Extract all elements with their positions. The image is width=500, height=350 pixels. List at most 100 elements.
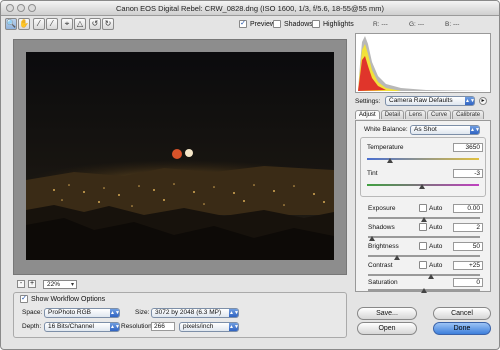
preview-checkbox[interactable]: ✓ Preview: [239, 20, 275, 28]
brightness-auto-checkbox[interactable]: Auto: [419, 242, 442, 250]
contrast-slider-thumb[interactable]: [428, 274, 434, 279]
saturation-label: Saturation: [368, 279, 398, 286]
histogram: [355, 33, 491, 93]
hand-tool-icon[interactable]: ✋: [18, 18, 30, 30]
space-select[interactable]: ProPhoto RGB ▲▼: [44, 308, 120, 318]
night-city-photo: [26, 52, 334, 260]
settings-label: Settings:: [355, 98, 381, 105]
workflow-options: ✓ Show Workflow Options Space: ProPhoto …: [13, 292, 347, 338]
b-readout: B: ---: [445, 21, 459, 28]
minimize-window-icon[interactable]: [17, 4, 25, 12]
depth-value: 16 Bits/Channel: [48, 323, 94, 330]
exposure-auto-box: [419, 204, 427, 212]
space-arrow-icon: ▲▼: [110, 309, 120, 317]
size-select[interactable]: 3072 by 2048 (6.3 MP) ▲▼: [151, 308, 239, 318]
settings-menu-icon[interactable]: ▸: [479, 97, 487, 105]
tint-input[interactable]: -3: [453, 169, 483, 178]
resolution-unit-value: pixels/inch: [183, 323, 214, 330]
zoom-out-button[interactable]: -: [17, 280, 25, 288]
contrast-slider-track[interactable]: [368, 274, 480, 276]
shadows-slider-thumb[interactable]: [369, 236, 375, 241]
settings-arrow-icon: ▲▼: [465, 97, 475, 105]
open-button[interactable]: Open: [357, 322, 417, 335]
exposure-label: Exposure: [368, 205, 396, 212]
cancel-button[interactable]: Cancel: [433, 307, 491, 320]
contrast-auto-checkbox[interactable]: Auto: [419, 261, 442, 269]
show-workflow-checkbox[interactable]: ✓ Show Workflow Options: [20, 295, 105, 303]
tint-slider-thumb[interactable]: [419, 184, 425, 189]
resolution-unit-select[interactable]: pixels/inch ▲▼: [179, 322, 239, 332]
tab-curve[interactable]: Curve: [427, 110, 452, 119]
brightness-input[interactable]: 50: [453, 242, 483, 251]
histogram-graph: [358, 36, 488, 91]
straighten-tool-icon[interactable]: △: [74, 18, 86, 30]
rotate-right-icon[interactable]: ↻: [102, 18, 114, 30]
window-title: Canon EOS Digital Rebel: CRW_0828.dng (I…: [115, 4, 385, 13]
exposure-auto-label: Auto: [429, 204, 443, 212]
shadows-auto-checkbox[interactable]: Auto: [419, 223, 442, 231]
contrast-input[interactable]: +25: [453, 261, 483, 270]
shadows-label: Shadows: [368, 224, 395, 231]
highlights-checkbox[interactable]: Highlights: [312, 20, 354, 28]
size-value: 3072 by 2048 (6.3 MP): [155, 309, 222, 316]
saturation-slider-thumb[interactable]: [421, 288, 427, 293]
preview-label: Preview: [250, 20, 275, 28]
tab-adjust[interactable]: Adjust: [355, 110, 380, 119]
zoom-controls: - + 22%: [17, 279, 77, 289]
close-window-icon[interactable]: [6, 4, 14, 12]
crop-tool-icon[interactable]: ⌖: [61, 18, 73, 30]
resolution-unit-arrow-icon: ▲▼: [229, 323, 239, 331]
rotate-left-icon[interactable]: ↺: [89, 18, 101, 30]
shadows-checkbox[interactable]: Shadows: [273, 20, 313, 28]
white-balance-select[interactable]: As Shot ▲▼: [410, 125, 480, 135]
preview-check-icon: ✓: [239, 20, 247, 28]
g-value: ---: [417, 21, 425, 28]
shadows-slider-track[interactable]: [368, 236, 480, 238]
shadows-label: Shadows: [284, 20, 313, 28]
white-balance-tool-icon[interactable]: ⁄: [33, 18, 45, 30]
space-value: ProPhoto RGB: [48, 309, 91, 316]
depth-select[interactable]: 16 Bits/Channel ▲▼: [44, 322, 120, 332]
zoom-window-icon[interactable]: [28, 4, 36, 12]
shadows-auto-box: [419, 223, 427, 231]
tab-detail[interactable]: Detail: [380, 110, 405, 119]
zoom-tool-icon[interactable]: 🔍: [5, 18, 17, 30]
color-sampler-tool-icon[interactable]: ⁄: [46, 18, 58, 30]
exposure-auto-checkbox[interactable]: Auto: [419, 204, 442, 212]
temperature-label: Temperature: [367, 144, 404, 151]
b-value: ---: [452, 21, 460, 28]
temperature-input[interactable]: 3650: [453, 143, 483, 152]
save-button[interactable]: Save...: [357, 307, 417, 320]
brightness-auto-label: Auto: [429, 242, 443, 250]
settings-value: Camera Raw Defaults: [389, 97, 453, 104]
zoom-in-button[interactable]: +: [28, 280, 36, 288]
exposure-input[interactable]: 0.00: [453, 204, 483, 213]
white-balance-arrow-icon: ▲▼: [470, 126, 480, 134]
exposure-slider-thumb[interactable]: [421, 217, 427, 222]
brightness-auto-box: [419, 242, 427, 250]
done-button[interactable]: Done: [433, 322, 491, 335]
brightness-label: Brightness: [368, 243, 399, 250]
tab-calibrate[interactable]: Calibrate: [452, 110, 485, 119]
adjustment-tabs: Adjust Detail Lens Curve Calibrate: [355, 110, 491, 120]
shadows-input[interactable]: 2: [453, 223, 483, 232]
zoom-level-select[interactable]: 22%: [43, 279, 77, 289]
camera-raw-window: Canon EOS Digital Rebel: CRW_0828.dng (I…: [0, 0, 500, 350]
image-preview[interactable]: [13, 39, 347, 275]
temperature-slider-thumb[interactable]: [387, 158, 393, 163]
temperature-slider-track[interactable]: [367, 158, 479, 160]
workflow-check-icon: ✓: [20, 295, 28, 303]
depth-label: Depth:: [22, 323, 42, 330]
white-balance-group: Temperature 3650 Tint -3: [360, 137, 486, 197]
tab-lens[interactable]: Lens: [405, 110, 427, 119]
saturation-input[interactable]: 0: [453, 278, 483, 287]
r-label: R:: [373, 21, 380, 28]
shadows-box: [273, 20, 281, 28]
brightness-slider-track[interactable]: [368, 255, 480, 257]
adjust-panel: White Balance: As Shot ▲▼ Temperature 365…: [355, 120, 491, 293]
settings-select[interactable]: Camera Raw Defaults ▲▼: [385, 96, 475, 106]
contrast-auto-label: Auto: [429, 261, 443, 269]
brightness-slider-thumb[interactable]: [394, 255, 400, 260]
contrast-auto-box: [419, 261, 427, 269]
resolution-input[interactable]: 266: [151, 322, 175, 331]
